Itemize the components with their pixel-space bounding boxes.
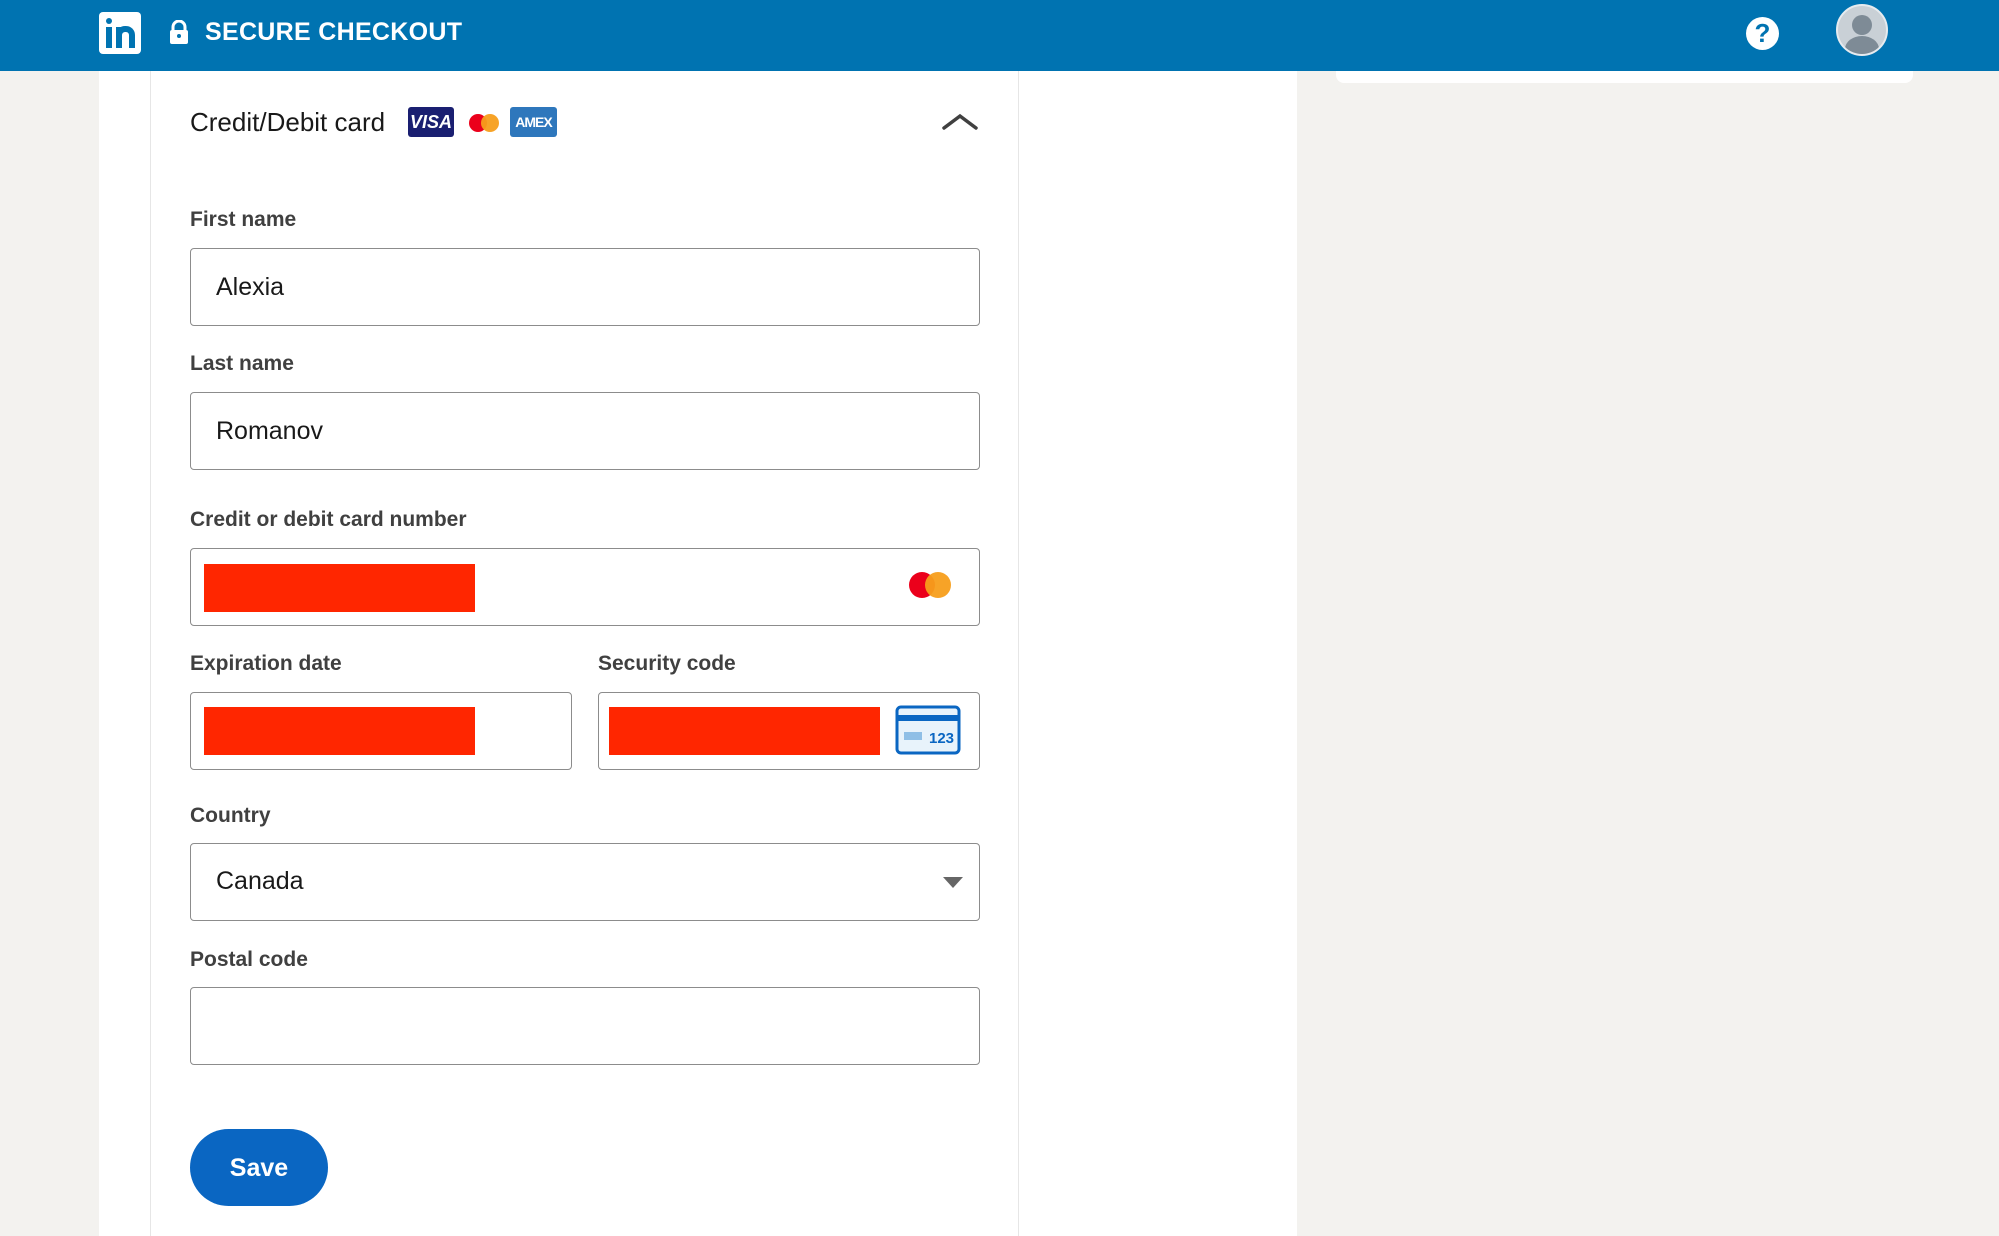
postal-code-label: Postal code — [190, 948, 308, 971]
country-select-value: Canada — [216, 867, 304, 895]
page-title: SECURE CHECKOUT — [205, 18, 463, 46]
chevron-up-icon[interactable] — [940, 110, 980, 132]
svg-text:123: 123 — [929, 730, 954, 747]
avatar-icon[interactable] — [1836, 4, 1888, 56]
security-code-label: Security code — [598, 652, 736, 675]
expiration-redaction — [204, 707, 475, 755]
card-cvv-icon: 123 — [895, 705, 961, 755]
last-name-input[interactable] — [190, 392, 980, 470]
card-number-redaction — [204, 564, 475, 612]
first-name-input[interactable] — [190, 248, 980, 326]
caret-down-icon — [943, 877, 963, 888]
mastercard-icon — [469, 114, 499, 132]
lock-icon — [170, 20, 188, 44]
visa-logo-icon: VISA — [408, 107, 454, 137]
linkedin-logo-icon[interactable] — [99, 12, 141, 54]
country-select[interactable]: Canada — [190, 843, 980, 921]
card-number-label: Credit or debit card number — [190, 508, 467, 531]
last-name-label: Last name — [190, 352, 294, 375]
right-divider — [1018, 71, 1019, 1236]
top-bar: SECURE CHECKOUT ? — [0, 0, 1999, 71]
expiration-label: Expiration date — [190, 652, 342, 675]
left-divider — [150, 71, 151, 1236]
country-label: Country — [190, 804, 271, 827]
payment-method-title: Credit/Debit card — [190, 107, 386, 137]
order-summary-card — [1336, 71, 1913, 83]
save-button[interactable]: Save — [190, 1129, 328, 1206]
help-icon[interactable]: ? — [1746, 17, 1779, 50]
first-name-label: First name — [190, 208, 297, 231]
postal-code-input[interactable] — [190, 987, 980, 1065]
mastercard-icon — [909, 572, 951, 598]
amex-logo-icon: AMEX — [510, 107, 557, 137]
security-code-redaction — [609, 707, 880, 755]
